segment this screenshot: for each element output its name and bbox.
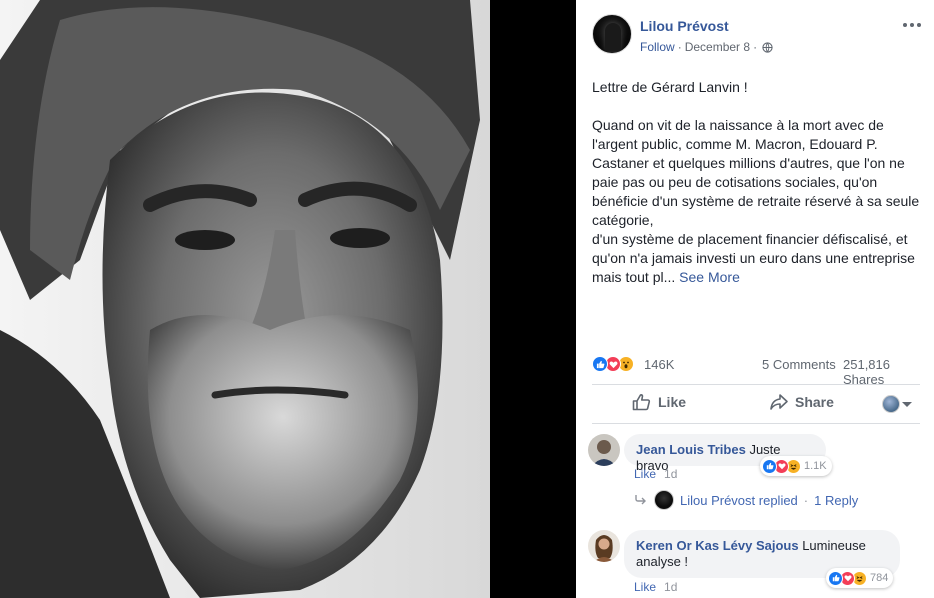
user-avatar xyxy=(882,395,900,413)
comment-footer: Like 1d xyxy=(634,580,677,594)
post-date[interactable]: December 8 xyxy=(685,40,750,54)
reply-count: 1 Reply xyxy=(814,492,859,508)
meta-separator: · xyxy=(753,40,758,54)
like-reaction-icon xyxy=(592,356,608,372)
share-arrow-icon xyxy=(770,394,788,410)
post-panel: Lilou Prévost Follow · December 8 · Lett… xyxy=(576,0,934,598)
reply-arrow-icon xyxy=(635,495,646,505)
post-title-line: Lettre de Gérard Lanvin ! xyxy=(592,79,748,95)
thumbs-up-icon xyxy=(632,394,651,411)
post-photo[interactable] xyxy=(0,0,576,598)
comment-author[interactable]: Keren Or Kas Lévy Sajous xyxy=(636,538,799,553)
see-more-link[interactable]: See More xyxy=(679,269,740,285)
post-meta: Follow · December 8 · xyxy=(640,40,773,54)
commenter-avatar[interactable] xyxy=(588,434,620,466)
post-text: Lettre de Gérard Lanvin ! Quand on vit d… xyxy=(592,78,922,306)
like-reaction-icon xyxy=(762,458,777,474)
portrait-image xyxy=(0,0,576,598)
share-button[interactable]: Share xyxy=(769,393,834,411)
post-body-text: Quand on vit de la naissance à la mort a… xyxy=(592,117,920,285)
page-name-link[interactable]: Lilou Prévost xyxy=(640,18,729,34)
ellipsis-icon[interactable] xyxy=(902,18,922,32)
reactions-bar: 146K 5 Comments 251,816 Shares xyxy=(592,354,918,387)
audience-selector[interactable] xyxy=(882,395,912,413)
replier-avatar xyxy=(654,490,674,510)
post-actions-bar: Like Share xyxy=(592,384,920,424)
like-reaction-icon xyxy=(828,570,843,586)
post-header: Lilou Prévost Follow · December 8 · xyxy=(592,14,922,58)
commenter-avatar[interactable] xyxy=(588,530,620,562)
reply-separator: · xyxy=(803,492,809,508)
comment-reactions[interactable]: 784 xyxy=(826,568,894,588)
reaction-icons[interactable] xyxy=(592,356,634,372)
view-replies-link[interactable]: Lilou Prévost replied · 1 Reply xyxy=(634,490,858,510)
shares-count[interactable]: 251,816 Shares xyxy=(843,357,918,387)
reaction-count: 1.1K xyxy=(804,460,827,472)
comment-like-link[interactable]: Like xyxy=(634,467,656,481)
comment-age[interactable]: 1d xyxy=(664,580,677,594)
comment-age[interactable]: 1d xyxy=(664,467,677,481)
page-avatar[interactable] xyxy=(592,14,632,54)
follow-link[interactable]: Follow xyxy=(640,40,675,54)
comment-reactions[interactable]: 1.1K xyxy=(760,456,832,476)
like-label: Like xyxy=(658,394,687,410)
meta-separator: · xyxy=(677,40,682,54)
globe-icon xyxy=(762,41,773,53)
reaction-count: 784 xyxy=(870,572,889,584)
comments-count[interactable]: 5 Comments xyxy=(762,357,836,372)
comment-footer: Like 1d xyxy=(634,467,677,481)
like-button[interactable]: Like xyxy=(632,393,686,411)
comment-author[interactable]: Jean Louis Tribes xyxy=(636,442,746,457)
post-paragraph: Quand on vit de la naissance à la mort a… xyxy=(592,116,922,287)
share-label: Share xyxy=(795,394,834,410)
replied-by-text: Lilou Prévost replied xyxy=(680,492,798,508)
reaction-count[interactable]: 146K xyxy=(644,357,674,372)
chevron-down-icon xyxy=(902,401,912,407)
comment-like-link[interactable]: Like xyxy=(634,580,656,594)
